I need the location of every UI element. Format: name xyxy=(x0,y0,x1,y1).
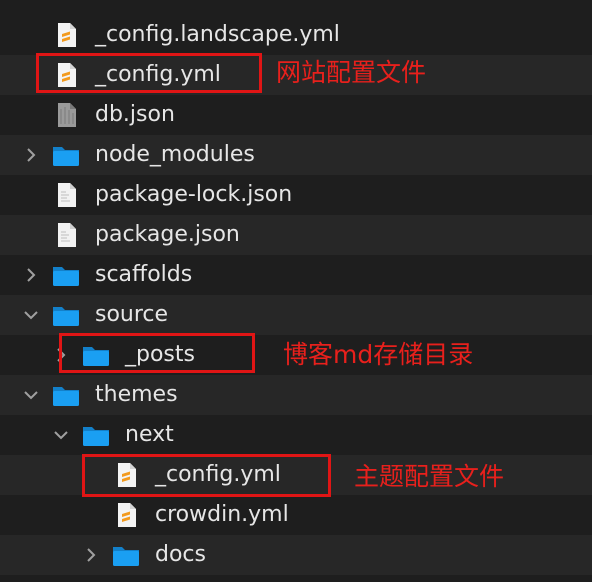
file-row[interactable]: source xyxy=(0,295,592,335)
annotation-site-config: 网站配置文件 xyxy=(276,58,427,87)
gray-file-icon xyxy=(52,101,80,129)
chevron-down-icon[interactable] xyxy=(23,387,39,403)
file-name-label: docs xyxy=(155,542,206,567)
chevron-right-icon[interactable] xyxy=(23,147,39,163)
file-name-label: next xyxy=(125,422,174,447)
file-row[interactable]: _config.landscape.yml xyxy=(0,15,592,55)
chevron-right-icon[interactable] xyxy=(23,267,39,283)
folder-icon xyxy=(112,541,140,569)
highlight-posts-box xyxy=(59,333,255,373)
file-name-label: crowdin.yml xyxy=(155,502,289,527)
file-name-label: source xyxy=(95,302,169,327)
folder-icon xyxy=(82,421,110,449)
file-name-label: node_modules xyxy=(95,142,255,167)
file-name-label: package.json xyxy=(95,222,240,247)
document-icon xyxy=(52,181,80,209)
chevron-down-icon[interactable] xyxy=(53,427,69,443)
highlight-theme-config-box xyxy=(82,454,331,497)
highlight-site-config-box xyxy=(36,53,262,93)
folder-icon xyxy=(52,261,80,289)
file-name-label: db.json xyxy=(95,102,175,127)
file-row[interactable]: package.json xyxy=(0,215,592,255)
file-row[interactable]: themes xyxy=(0,375,592,415)
chevron-down-icon[interactable] xyxy=(23,307,39,323)
file-row[interactable]: package-lock.json xyxy=(0,175,592,215)
file-row[interactable]: scaffolds xyxy=(0,255,592,295)
file-row[interactable]: node_modules xyxy=(0,135,592,175)
file-name-label: themes xyxy=(95,382,178,407)
annotation-theme-config: 主题配置文件 xyxy=(354,462,505,491)
file-row[interactable]: docs xyxy=(0,535,592,575)
file-name-label: scaffolds xyxy=(95,262,193,287)
chevron-right-icon[interactable] xyxy=(83,547,99,563)
yaml-file-icon xyxy=(112,501,140,529)
file-row[interactable]: crowdin.yml xyxy=(0,495,592,535)
folder-icon xyxy=(52,381,80,409)
folder-icon xyxy=(52,301,80,329)
annotation-posts-storage: 博客md存储目录 xyxy=(283,340,474,369)
document-icon xyxy=(52,221,80,249)
folder-icon xyxy=(52,141,80,169)
file-name-label: package-lock.json xyxy=(95,182,293,207)
yaml-file-icon xyxy=(52,21,80,49)
file-row[interactable]: next xyxy=(0,415,592,455)
file-row[interactable]: db.json xyxy=(0,95,592,135)
file-name-label: _config.landscape.yml xyxy=(95,22,340,47)
